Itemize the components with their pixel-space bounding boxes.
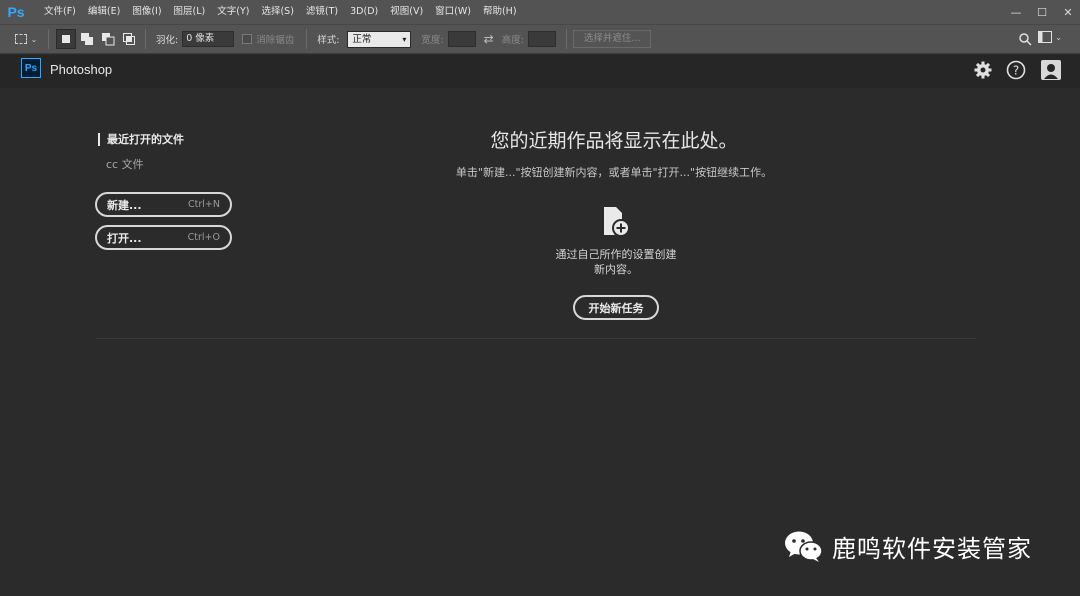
menu-filter[interactable]: 滤镜(T) bbox=[300, 0, 344, 24]
open-shortcut: Ctrl+O bbox=[187, 232, 220, 243]
options-bar: ⌄ 羽化: 0 像素 消除锯齿 样式: 正常 ▾ 宽度: ⇄ 高度: 选择并遮住… bbox=[0, 24, 1080, 54]
antialias-checkbox[interactable] bbox=[242, 34, 253, 44]
style-label: 样式: bbox=[317, 35, 340, 46]
feather-label: 羽化: bbox=[156, 35, 179, 46]
new-button-label: 新建... bbox=[107, 198, 142, 212]
menu-view[interactable]: 视图(V) bbox=[384, 0, 429, 24]
menu-layer[interactable]: 图层(L) bbox=[168, 0, 212, 24]
swap-icon[interactable]: ⇄ bbox=[484, 32, 494, 46]
separator bbox=[306, 29, 308, 49]
open-button-label: 打开... bbox=[107, 231, 142, 245]
watermark: 鹿鸣软件安装管家 bbox=[784, 529, 1032, 564]
feather-input[interactable]: 0 像素 bbox=[182, 31, 235, 47]
chevron-down-icon: ⌄ bbox=[1055, 32, 1062, 42]
new-shortcut: Ctrl+N bbox=[188, 199, 220, 210]
new-selection-icon bbox=[62, 35, 70, 43]
height-input[interactable] bbox=[527, 31, 556, 47]
height-label: 高度: bbox=[501, 35, 524, 46]
watermark-text: 鹿鸣软件安装管家 bbox=[832, 535, 1032, 563]
chevron-down-icon: ▾ bbox=[402, 34, 407, 44]
menu-items: 文件(F) 编辑(E) 图像(I) 图层(L) 文字(Y) 选择(S) 滤镜(T… bbox=[38, 0, 523, 24]
menu-edit[interactable]: 编辑(E) bbox=[82, 0, 126, 24]
intersect-selection-icon bbox=[123, 33, 135, 45]
menu-bar: Ps 文件(F) 编辑(E) 图像(I) 图层(L) 文字(Y) 选择(S) 滤… bbox=[0, 0, 1080, 24]
create-description-line: 通过自己所作的设置创建 bbox=[555, 248, 677, 261]
ps-app-icon: Ps bbox=[21, 58, 41, 78]
start-header bbox=[0, 55, 1080, 88]
width-label: 宽度: bbox=[421, 35, 444, 46]
new-document-icon bbox=[601, 206, 631, 238]
style-select-value: 正常 bbox=[352, 33, 372, 45]
page-title: 您的近期作品将显示在此处。 bbox=[490, 130, 738, 152]
open-button[interactable]: 打开... Ctrl+O bbox=[95, 225, 232, 250]
separator bbox=[565, 29, 567, 49]
menu-image[interactable]: 图像(I) bbox=[126, 0, 167, 24]
start-new-button[interactable]: 开始新任务 bbox=[573, 295, 659, 320]
gear-icon[interactable] bbox=[973, 60, 993, 80]
antialias-label: 消除锯齿 bbox=[256, 35, 295, 46]
subtract-selection-button[interactable] bbox=[98, 29, 118, 49]
window-controls: — ☐ ✕ bbox=[1002, 0, 1080, 24]
menu-file[interactable]: 文件(F) bbox=[38, 0, 82, 24]
app-name: Photoshop bbox=[50, 62, 113, 77]
marquee-icon bbox=[14, 34, 27, 44]
maximize-button[interactable]: ☐ bbox=[1030, 0, 1054, 24]
help-icon[interactable]: ? bbox=[1006, 60, 1026, 80]
minimize-button[interactable]: — bbox=[1004, 0, 1028, 24]
new-selection-button[interactable] bbox=[56, 29, 76, 49]
subtract-selection-icon bbox=[102, 33, 115, 46]
menu-help[interactable]: 帮助(H) bbox=[477, 0, 523, 24]
create-description-line: 新内容。 bbox=[594, 263, 638, 276]
separator bbox=[48, 29, 49, 49]
width-input[interactable] bbox=[447, 31, 476, 47]
page-subtitle: 单击"新建..."按钮创建新内容，或者单击"打开..."按钮继续工作。 bbox=[455, 166, 773, 179]
select-and-mask-button[interactable]: 选择并遮住... bbox=[572, 30, 652, 48]
workspace-switcher[interactable]: ⌄ bbox=[1038, 31, 1062, 43]
chevron-down-icon: ⌄ bbox=[30, 34, 38, 44]
menu-type[interactable]: 文字(Y) bbox=[211, 0, 255, 24]
workspace-icon bbox=[1038, 31, 1053, 43]
intersect-selection-button[interactable] bbox=[119, 29, 139, 49]
separator bbox=[145, 29, 146, 49]
style-select[interactable]: 正常 ▾ bbox=[347, 30, 412, 48]
menu-window[interactable]: 窗口(W) bbox=[429, 0, 477, 24]
divider bbox=[96, 338, 976, 339]
ps-logo[interactable]: Ps bbox=[0, 0, 32, 24]
menu-3d[interactable]: 3D(D) bbox=[344, 0, 384, 24]
marquee-tool-preset[interactable]: ⌄ bbox=[10, 28, 42, 50]
add-selection-button[interactable] bbox=[77, 29, 97, 49]
close-button[interactable]: ✕ bbox=[1056, 0, 1080, 24]
menu-select[interactable]: 选择(S) bbox=[255, 0, 299, 24]
wechat-icon bbox=[785, 531, 823, 562]
add-selection-icon bbox=[81, 33, 93, 45]
search-icon[interactable] bbox=[1018, 31, 1032, 50]
create-description: 通过自己所作的设置创建 新内容。 bbox=[540, 247, 692, 277]
svg-text:?: ? bbox=[1013, 64, 1019, 78]
user-icon[interactable] bbox=[1041, 60, 1061, 80]
new-button[interactable]: 新建... Ctrl+N bbox=[95, 192, 232, 217]
